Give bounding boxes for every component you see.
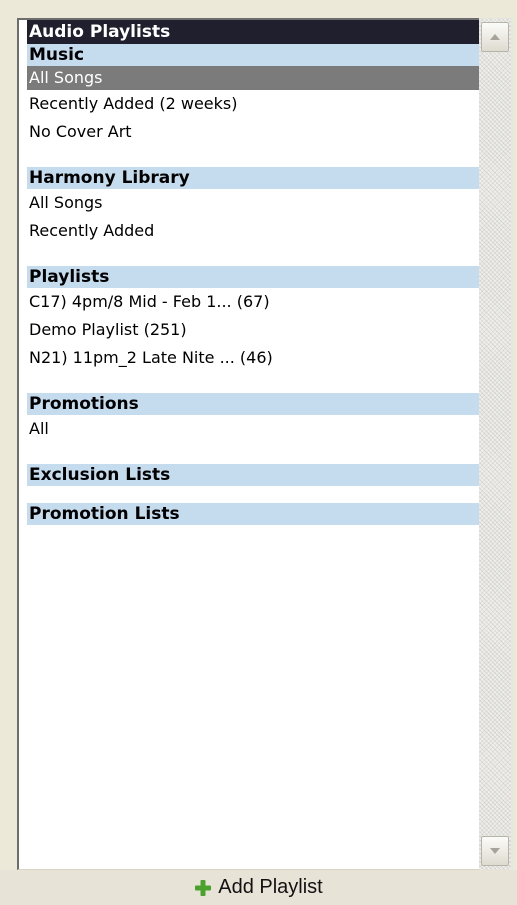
list-item-music-all-songs[interactable]: All Songs (27, 66, 479, 90)
chevron-down-icon (490, 848, 500, 854)
add-playlist-label: Add Playlist (218, 876, 323, 898)
playlist-list-panel: Audio Playlists Music All Songs Recently… (17, 18, 479, 870)
add-playlist-button[interactable]: Add Playlist (194, 876, 323, 899)
section-header-exclusion-lists: Exclusion Lists (27, 464, 479, 486)
section-header-playlists: Playlists (27, 266, 479, 288)
list-item-harmony-recently-added[interactable]: Recently Added (27, 217, 479, 245)
list-item-playlist-n21[interactable]: N21) 11pm_2 Late Nite ... (46) (27, 344, 479, 372)
list-item-music-recently-added[interactable]: Recently Added (2 weeks) (27, 90, 479, 118)
list-item-music-no-cover-art[interactable]: No Cover Art (27, 118, 479, 146)
section-header-music: Music (27, 44, 479, 66)
section-header-promotion-lists: Promotion Lists (27, 503, 479, 525)
section-header-promotions: Promotions (27, 393, 479, 415)
list-item-playlist-demo[interactable]: Demo Playlist (251) (27, 316, 479, 344)
audio-playlists-window: Audio Playlists Music All Songs Recently… (0, 0, 517, 905)
playlist-list-content: Audio Playlists Music All Songs Recently… (27, 20, 479, 525)
scroll-up-button[interactable] (481, 22, 509, 52)
vertical-scrollbar[interactable] (479, 18, 513, 870)
scroll-down-button[interactable] (481, 836, 509, 866)
chevron-up-icon (490, 34, 500, 40)
list-item-harmony-all-songs[interactable]: All Songs (27, 189, 479, 217)
list-item-playlist-c17[interactable]: C17) 4pm/8 Mid - Feb 1... (67) (27, 288, 479, 316)
list-item-promotions-all[interactable]: All (27, 415, 479, 443)
section-header-harmony-library: Harmony Library (27, 167, 479, 189)
panel-footer: Add Playlist (0, 870, 517, 905)
plus-icon (194, 879, 212, 897)
panel-title: Audio Playlists (27, 20, 479, 44)
